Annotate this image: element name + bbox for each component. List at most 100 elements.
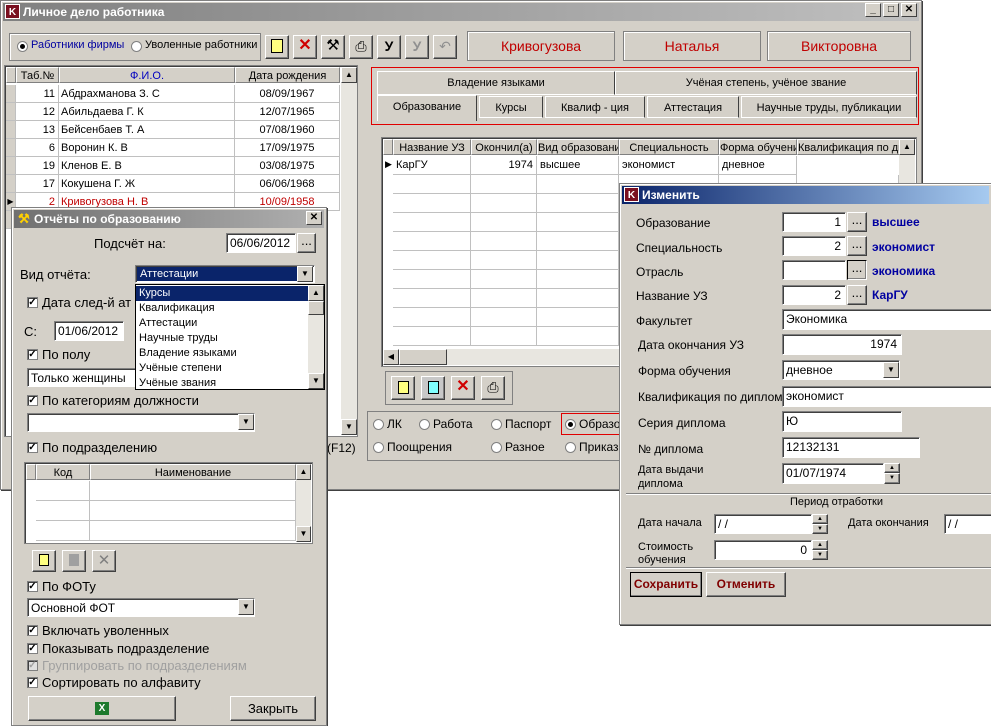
edu-delete-button[interactable]: ✕ (451, 376, 475, 400)
dropdown-scroll-down[interactable]: ▼ (308, 373, 324, 389)
edu-cell-uz[interactable]: КарГУ (393, 156, 471, 175)
spin-down-icon[interactable]: ▼ (812, 524, 828, 534)
tab-courses[interactable]: Курсы (479, 96, 543, 118)
dept-row[interactable] (90, 521, 296, 541)
specialty-code-input[interactable]: 2 (782, 236, 846, 256)
table-row[interactable]: 19 (16, 157, 59, 175)
report-type-dropdown-arrow[interactable]: ▼ (297, 266, 313, 282)
faculty-input[interactable]: Экономика (782, 309, 991, 330)
cost-input[interactable]: 0 (714, 540, 812, 560)
fot-dropdown-arrow[interactable]: ▼ (238, 599, 254, 615)
dropdown-option[interactable]: Владение языками (136, 346, 308, 361)
dept-add-button[interactable] (32, 550, 56, 572)
gender-select[interactable]: Только женщины (27, 368, 137, 387)
edu-scroll-up[interactable]: ▲ (899, 139, 915, 155)
dropdown-option[interactable]: Учёные звания (136, 376, 308, 391)
edu-cell-spec[interactable]: экономист (619, 156, 719, 175)
print-button[interactable]: ⎙ (349, 35, 373, 59)
issue-date-spinner[interactable]: ▲ ▼ (884, 463, 900, 484)
new-record-button[interactable] (265, 35, 289, 59)
start-date-spinner[interactable]: ▲ ▼ (812, 514, 828, 534)
dept-row[interactable] (90, 501, 296, 521)
dropdown-option[interactable]: Курсы (136, 286, 308, 301)
radio-education[interactable] (565, 419, 576, 430)
undo-button[interactable]: ↶ (433, 35, 457, 59)
u-button[interactable]: У (377, 35, 401, 59)
edu-cell-form[interactable]: дневное (719, 156, 797, 175)
table-row[interactable]: 07/08/1960 (235, 121, 340, 139)
by-fot-checkbox[interactable]: ✓ (27, 581, 38, 592)
close-reports-button[interactable]: Закрыть (230, 696, 316, 721)
edu-hscroll-thumb[interactable] (399, 349, 447, 365)
qual-input[interactable]: экономист (782, 386, 991, 407)
edu-header-spec[interactable]: Специальность (619, 139, 719, 155)
radio-misc[interactable] (491, 442, 502, 453)
dept-delete-button[interactable]: ✕ (92, 550, 116, 572)
radio-passport[interactable] (491, 419, 502, 430)
series-input[interactable]: Ю (782, 411, 902, 432)
delete-record-button[interactable]: ✕ (293, 35, 317, 59)
table-row[interactable]: 17 (16, 175, 59, 193)
dropdown-option[interactable]: Аттестации (136, 316, 308, 331)
cost-spinner[interactable]: ▲ ▼ (812, 540, 828, 560)
table-row[interactable]: Кленов Е. В (59, 157, 235, 175)
table-row[interactable]: 17/09/1975 (235, 139, 340, 157)
table-row[interactable]: Кокушена Г. Ж (59, 175, 235, 193)
grad-date-input[interactable]: 1974 (782, 334, 902, 355)
cancel-button[interactable]: Отменить (706, 572, 786, 597)
uz-picker[interactable]: ... (847, 285, 867, 305)
count-on-input[interactable]: 06/06/2012 (226, 233, 296, 253)
save-button[interactable]: Сохранить (630, 572, 702, 597)
group-dept-checkbox[interactable]: ✓ (27, 660, 38, 671)
edu-header-kind[interactable]: Вид образования (537, 139, 619, 155)
table-row[interactable]: 13 (16, 121, 59, 139)
table-row[interactable]: 06/06/1968 (235, 175, 340, 193)
table-row[interactable]: 08/09/1967 (235, 85, 340, 103)
dept-edit-button[interactable] (62, 550, 86, 572)
tab-education[interactable]: Образование (377, 95, 477, 121)
maximize-button[interactable]: □ (883, 3, 899, 17)
dept-row[interactable] (36, 481, 90, 501)
tab-degree[interactable]: Учёная степень, учёное звание (615, 71, 917, 95)
edu-header-form[interactable]: Форма обучения (719, 139, 797, 155)
tab-languages[interactable]: Владение языками (377, 71, 615, 95)
table-row[interactable]: 12/07/1965 (235, 103, 340, 121)
radio-rewards[interactable] (373, 442, 384, 453)
minimize-button[interactable]: _ (865, 3, 881, 17)
table-row[interactable]: 12 (16, 103, 59, 121)
export-excel-button[interactable]: X (28, 696, 176, 721)
dept-scroll-up[interactable]: ▲ (296, 464, 311, 480)
issue-date-input[interactable]: 01/07/1974 (782, 463, 884, 484)
by-dept-checkbox[interactable]: ✓ (27, 442, 38, 453)
tab-attestation[interactable]: Аттестация (647, 96, 739, 118)
tools-button[interactable]: ⚒ (321, 35, 345, 59)
spin-up-icon[interactable]: ▲ (812, 514, 828, 524)
edu-header-qual[interactable]: Квалификация по диплому (797, 139, 901, 155)
employee-header-tab[interactable]: Таб.№ (16, 67, 59, 83)
edu-print-button[interactable]: ⎙ (481, 376, 505, 400)
edu-cell-year[interactable]: 1974 (471, 156, 537, 175)
table-row[interactable]: 03/08/1975 (235, 157, 340, 175)
uz-code-input[interactable]: 2 (782, 285, 846, 305)
employee-header-name[interactable]: Ф.И.О. (59, 67, 235, 83)
tab-qualification[interactable]: Квалиф - ция (545, 96, 645, 118)
edu-scroll-left[interactable]: ◀ (383, 349, 399, 365)
tab-publications[interactable]: Научные труды, публикации (741, 96, 917, 118)
table-row[interactable]: Абдрахманова З. С (59, 85, 235, 103)
employee-scroll-up[interactable]: ▲ (341, 67, 357, 83)
dropdown-option[interactable]: Квалификация (136, 301, 308, 316)
employee-scroll-down[interactable]: ▼ (341, 419, 357, 435)
dept-row[interactable] (36, 501, 90, 521)
edu-cell-kind[interactable]: высшее (537, 156, 619, 175)
u-disabled-button[interactable]: У (405, 35, 429, 59)
by-gender-checkbox[interactable]: ✓ (27, 349, 38, 360)
table-row[interactable]: Абильдаева Г. К (59, 103, 235, 121)
spin-down-icon[interactable]: ▼ (812, 550, 828, 560)
from-date-input[interactable]: 01/06/2012 (54, 321, 124, 341)
dept-scroll-down[interactable]: ▼ (296, 526, 311, 542)
edu-new-button[interactable] (391, 376, 415, 400)
spin-down-icon[interactable]: ▼ (884, 473, 900, 484)
radio-fired[interactable] (131, 41, 142, 52)
edu-edit-button[interactable] (421, 376, 445, 400)
sort-alpha-checkbox[interactable]: ✓ (27, 677, 38, 688)
